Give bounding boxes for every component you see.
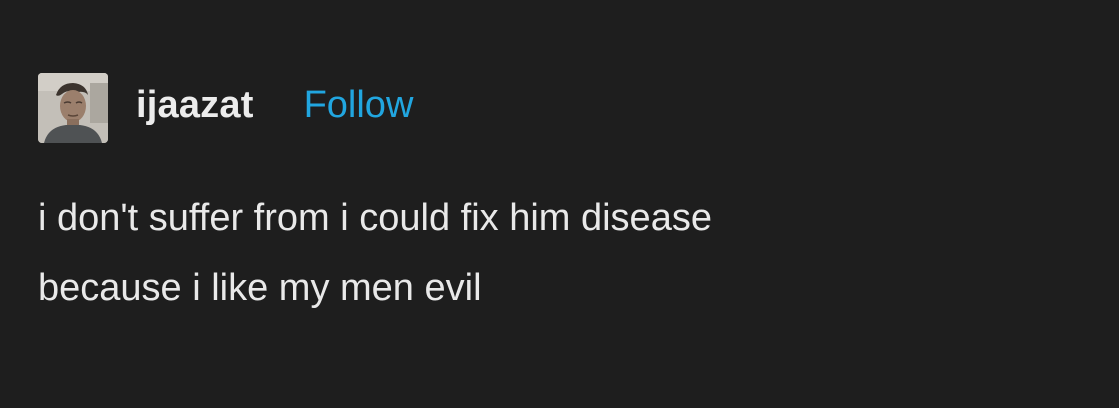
avatar[interactable] [38,73,108,143]
username-link[interactable]: ijaazat [136,86,254,124]
post-text-line: because i like my men evil [38,267,482,309]
user-avatar-icon [38,73,108,143]
post-card: ijaazat Follow i don't suffer from i cou… [0,0,1119,408]
post-body: i don't suffer from i could fix him dise… [38,183,1078,323]
post-text-line: i don't suffer from i could fix him dise… [38,197,712,239]
post-header: ijaazat Follow [38,73,413,143]
follow-button[interactable]: Follow [304,86,414,124]
